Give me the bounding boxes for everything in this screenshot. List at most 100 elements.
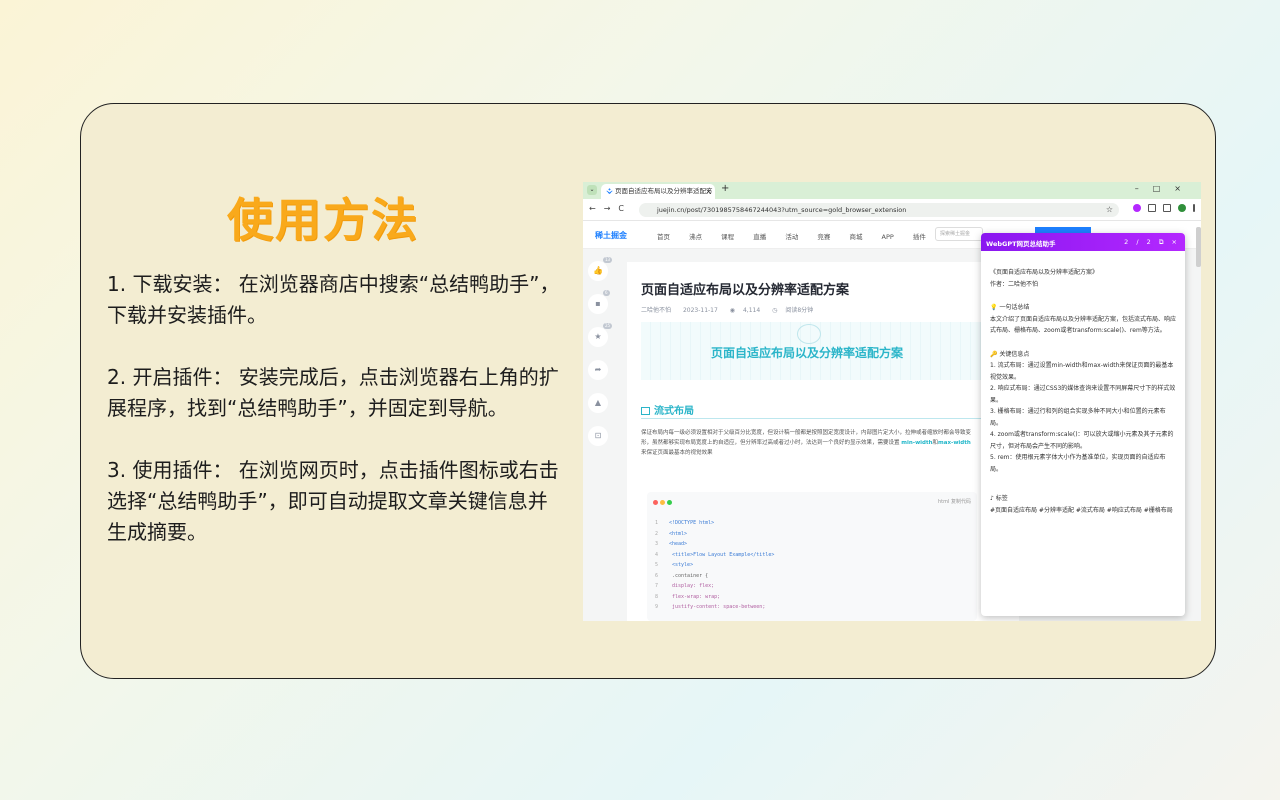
summary-popup: WebGPT网页总结助手 2 / 2 ⧉ × 《页面自适应布局以及分辨率适配方案… (981, 233, 1185, 616)
popup-close-icon[interactable]: × (1172, 238, 1177, 246)
star-count: 25 (603, 323, 613, 329)
bookmark-star-icon[interactable]: ☆ (1106, 203, 1113, 217)
popup-header: WebGPT网页总结助手 2 / 2 ⧉ × (981, 233, 1185, 251)
window-dots (653, 499, 674, 507)
browser-screenshot: ⌄ 页面自适应布局以及分辨率适配方 × + –□× ←→C juejin.cn/… (583, 182, 1201, 621)
key-point: 5. rem：使用根元素字体大小作为基准单位，实现页面的自适应布局。 (990, 454, 1166, 473)
code-line: 6 .container { (655, 572, 709, 579)
tags-heading: ♪ 标签 (990, 495, 1008, 502)
paragraph-text: 来保证页面最基本的视觉效果 (641, 450, 713, 456)
share-icon[interactable]: ➦ (588, 360, 608, 380)
sidepanel-icon[interactable] (1163, 204, 1171, 212)
summary-doc-title: 《页面自适应布局以及分辨率适配方案》 (990, 269, 1099, 276)
article-content: 页面自适应布局以及分辨率适配方案 二哈他不怕 2023-11-17 ◉ 4,114… (627, 262, 1019, 621)
juejin-favicon-icon (606, 188, 613, 195)
step-3: 3. 使用插件： 在浏览网页时，点击插件图标或右击选择“总结鸭助手”，即可自动提… (107, 455, 567, 548)
step-1: 1. 下载安装： 在浏览器商店中搜索“总结鸭助手”，下载并安装插件。 (107, 269, 567, 331)
address-bar-row: ←→C juejin.cn/post/7301985758467244043?u… (583, 199, 1201, 221)
step-number: 1. (107, 272, 127, 296)
tab-title: 页面自适应布局以及分辨率适配方 (615, 187, 713, 195)
popup-title: WebGPT网页总结助手 (986, 240, 1056, 248)
nav-link[interactable]: 课程 (721, 233, 734, 241)
grid-icon (641, 407, 650, 415)
code-line: 5 <style> (655, 562, 694, 568)
nav-buttons[interactable]: ←→C (589, 204, 632, 213)
view-icon: ◉ (729, 307, 735, 314)
star-button[interactable]: ★ 25 (588, 323, 613, 347)
section-heading: 流式布局 (641, 402, 694, 417)
tab-search-icon[interactable]: ⌄ (587, 185, 597, 195)
tab-close-icon[interactable]: × (705, 184, 712, 199)
steps-list: 1. 下载安装： 在浏览器商店中搜索“总结鸭助手”，下载并安装插件。 2. 开启… (107, 269, 567, 579)
summary-author: 作者：二哈他不怕 (990, 280, 1039, 288)
nav-link[interactable]: 直播 (753, 233, 766, 241)
new-tab-icon[interactable]: + (721, 183, 729, 194)
step-text: 使用插件： 在浏览网页时，点击插件图标或右击选择“总结鸭助手”，即可自动提取文章… (107, 458, 559, 544)
duck-extension-icon[interactable] (1133, 204, 1141, 212)
author-name[interactable]: 二哈他不怕 (641, 307, 671, 314)
nav-link[interactable]: 竞赛 (817, 233, 830, 241)
read-time: 阅读8分钟 (785, 307, 814, 314)
action-sidebar: 👍 13 ▪ 6 ★ 25 ➦ ▲ ⊡ (583, 249, 623, 621)
key-point: 2. 响应式布局：通过CSS3的媒体查询来设置不同屏幕尺寸下的样式效果。 (990, 385, 1176, 404)
window-controls[interactable]: –□× (1135, 184, 1195, 193)
site-logo[interactable]: 稀土掘金 (595, 230, 627, 241)
site-nav: 首页 沸点 课程 直播 活动 竞赛 商城 APP 插件 (657, 231, 937, 241)
url-text: juejin.cn/post/7301985758467244043?utm_s… (657, 206, 907, 214)
url-field[interactable]: juejin.cn/post/7301985758467244043?utm_s… (639, 203, 1119, 217)
article-banner: 页面自适应布局以及分辨率适配方案 (641, 322, 1019, 380)
code-lines: 1 <!DOCTYPE html> 2 <html> 3 <head> 4 <titl… (655, 518, 774, 613)
extension-icons[interactable] (1133, 204, 1195, 212)
article-meta: 二哈他不怕 2023-11-17 ◉ 4,114 ◷ 阅读8分钟 (641, 305, 821, 314)
copy-code-button[interactable]: html 复制代码 (938, 498, 971, 505)
like-button[interactable]: 👍 13 (588, 257, 613, 281)
nav-link[interactable]: APP (882, 233, 894, 241)
key-points-heading: 🔑 关键信息点 (990, 350, 1030, 358)
code-line: 2 <html> (655, 530, 688, 537)
like-count: 13 (603, 257, 613, 263)
publish-date: 2023-11-17 (682, 307, 718, 314)
inline-code: max-width (938, 440, 971, 446)
code-line: 4 <title>Flow Layout Example</title> (655, 551, 775, 558)
page-title: 使用方法 (227, 193, 419, 247)
nav-link[interactable]: 商城 (849, 233, 862, 241)
step-2: 2. 开启插件： 安装完成后，点击浏览器右上角的扩展程序，找到“总结鸭助手”，并… (107, 362, 567, 424)
focus-mode-icon[interactable]: ⊡ (588, 426, 608, 446)
browser-tab[interactable]: 页面自适应布局以及分辨率适配方 × (601, 184, 715, 199)
summary-text: 本文介绍了页面自适应布局以及分辨率适配方案，包括流式布局、响应式布局、栅格布局、… (990, 315, 1177, 335)
step-number: 2. (107, 365, 127, 389)
nav-link[interactable]: 沸点 (689, 233, 702, 241)
popup-pager[interactable]: 2 / 2 (1124, 238, 1151, 246)
page-scrollbar[interactable] (1196, 227, 1201, 267)
clock-icon: ◷ (772, 307, 778, 314)
comment-button[interactable]: ▪ 6 (588, 290, 610, 314)
tutorial-card: 使用方法 1. 下载安装： 在浏览器商店中搜索“总结鸭助手”，下载并安装插件。 … (80, 103, 1216, 679)
site-search-input[interactable]: 探索稀土掘金 (935, 227, 983, 241)
tab-bar: ⌄ 页面自适应布局以及分辨率适配方 × + –□× (583, 182, 1201, 199)
menu-dots-icon[interactable] (1193, 204, 1195, 212)
article-title: 页面自适应布局以及分辨率适配方案 (641, 283, 850, 298)
nav-link[interactable]: 首页 (657, 233, 670, 241)
code-line: 8 flex-wrap: wrap; (655, 593, 721, 600)
key-point: 3. 栅格布局：通过行和列的组合实现多种不同大小和位置的元素布局。 (990, 408, 1166, 427)
section-title: 流式布局 (654, 406, 694, 417)
nav-link[interactable]: 活动 (785, 233, 798, 241)
section-divider (641, 418, 991, 419)
comment-count: 6 (603, 290, 610, 296)
profile-avatar-icon[interactable] (1178, 204, 1186, 212)
key-point: 4. zoom或者transform:scale()：可以放大或缩小元素及其子元… (990, 431, 1174, 450)
code-line: 1 <!DOCTYPE html> (655, 520, 715, 526)
nav-link[interactable]: 插件 (913, 233, 926, 241)
step-text: 下载安装： 在浏览器商店中搜索“总结鸭助手”，下载并安装插件。 (107, 272, 560, 327)
code-line: 3 <head> (655, 541, 688, 547)
article-paragraph: 保证布局内每一级必须设置相对于父级百分比宽度，但设计稿一般都是按照固定宽度设计，… (641, 428, 977, 458)
puzzle-extension-icon[interactable] (1148, 204, 1156, 212)
code-line: 7 display: flex; (655, 583, 715, 589)
report-icon[interactable]: ▲ (588, 393, 608, 413)
popup-copy-icon[interactable]: ⧉ (1159, 238, 1164, 246)
banner-seal-icon (797, 324, 821, 344)
code-line: 9 justify-content: space-between; (655, 604, 766, 610)
code-block: html 复制代码 1 <!DOCTYPE html> 2 <html> 3 <hea… (647, 492, 977, 621)
view-count: 4,114 (742, 307, 761, 314)
step-number: 3. (107, 458, 127, 482)
